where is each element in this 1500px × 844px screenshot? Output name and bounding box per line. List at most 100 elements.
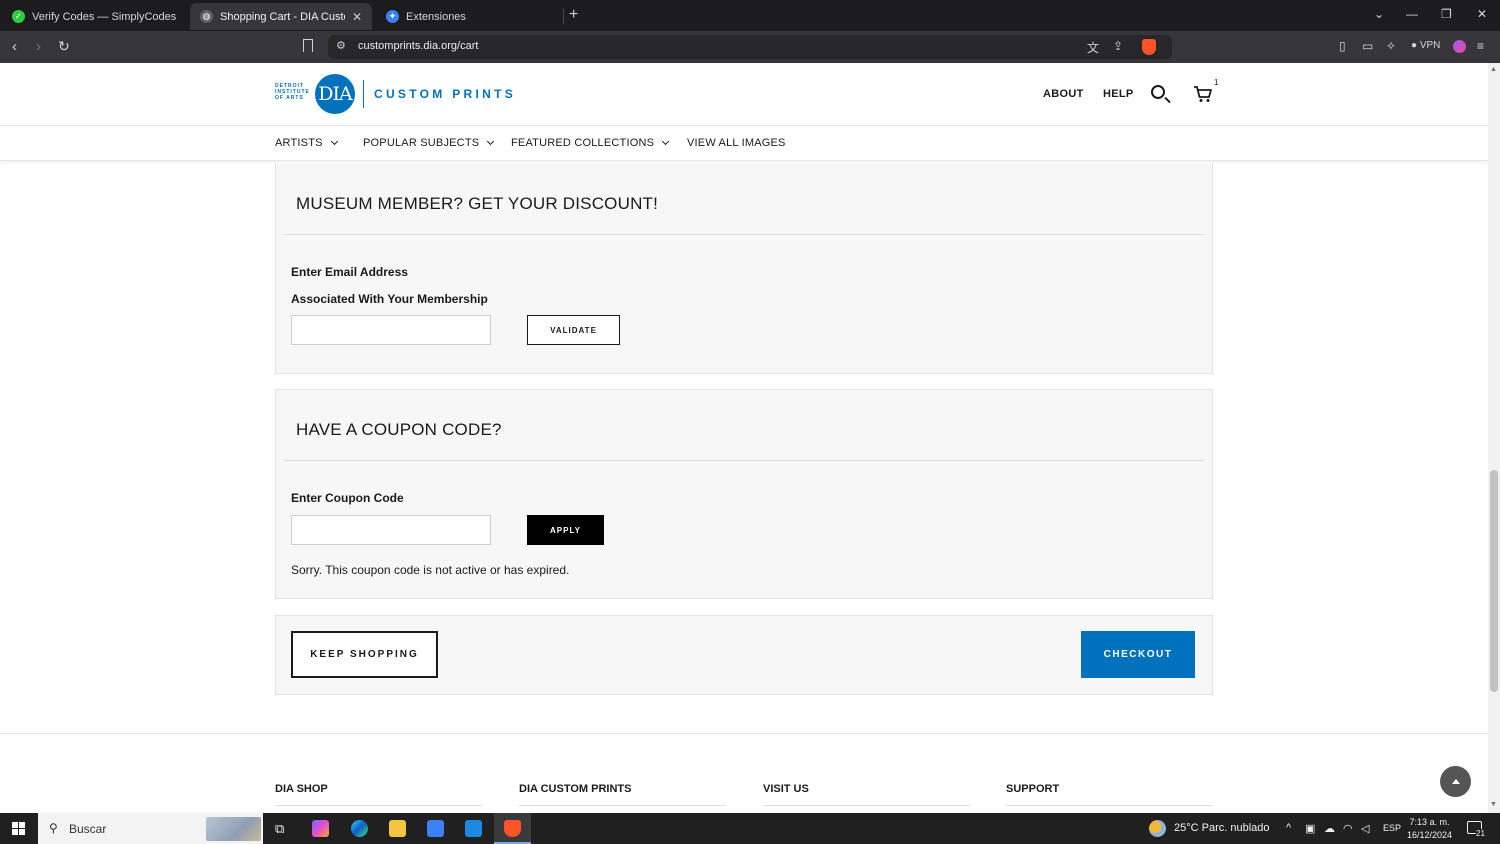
address-bar[interactable]: ⚙ customprints.dia.org/cart 文 ⇪ bbox=[328, 35, 1172, 59]
member-discount-title: MUSEUM MEMBER? GET YOUR DISCOUNT! bbox=[296, 194, 659, 213]
logo-institute-text[interactable]: DETROIT INSTITUTE OF ARTS bbox=[275, 83, 311, 101]
page-scrollbar[interactable]: ▲ ▼ bbox=[1488, 63, 1500, 813]
windows-taskbar: ⚲ Buscar ⧉ 25°C Parc. nublado ^ ▣ ☁ ◠ ◁ … bbox=[0, 813, 1500, 844]
custom-prints-wordmark[interactable]: CUSTOM PRINTS bbox=[374, 87, 516, 101]
chevron-down-icon bbox=[330, 137, 338, 146]
validate-button[interactable]: VALIDATE bbox=[527, 315, 620, 345]
tab-title: Extensiones bbox=[406, 10, 466, 23]
tab-search-icon[interactable]: ⌄ bbox=[1374, 7, 1384, 21]
vpn-label: VPN bbox=[1419, 40, 1441, 51]
profile-avatar-icon[interactable] bbox=[1453, 40, 1466, 53]
back-to-top-button[interactable] bbox=[1440, 766, 1471, 797]
category-nav: ARTISTS POPULAR SUBJECTS FEATURED COLLEC… bbox=[0, 126, 1488, 161]
search-icon: ⚲ bbox=[49, 821, 58, 835]
url-text[interactable]: customprints.dia.org/cart bbox=[358, 40, 478, 52]
browser-toolbar: ‹ › ↻ ⚙ customprints.dia.org/cart 文 ⇪ ▯ … bbox=[0, 31, 1500, 63]
email-label-line1: Enter Email Address bbox=[291, 265, 408, 279]
taskbar-search[interactable]: ⚲ Buscar bbox=[38, 813, 263, 844]
share-icon[interactable]: ⇪ bbox=[1113, 39, 1123, 53]
page-viewport: DETROIT INSTITUTE OF ARTS DIA CUSTOM PRI… bbox=[0, 63, 1488, 813]
footer-divider bbox=[0, 733, 1488, 734]
file-explorer-icon[interactable] bbox=[389, 820, 406, 837]
system-clock[interactable]: 7:13 a. m. 16/12/2024 bbox=[1407, 816, 1452, 842]
nav-view-all-images[interactable]: VIEW ALL IMAGES bbox=[687, 137, 786, 149]
check-favicon-icon: ✓ bbox=[12, 10, 25, 23]
tab-title: Shopping Cart - DIA Custom Pr bbox=[220, 10, 345, 23]
nav-label: FEATURED COLLECTIONS bbox=[511, 137, 655, 149]
about-link[interactable]: ABOUT bbox=[1043, 88, 1084, 100]
dia-logo[interactable]: DIA bbox=[315, 74, 355, 114]
notification-count-badge: 21 bbox=[1476, 829, 1485, 838]
footer-heading-support: SUPPORT bbox=[1006, 783, 1060, 795]
reload-icon[interactable]: ↻ bbox=[58, 38, 70, 55]
nav-label: VIEW ALL IMAGES bbox=[687, 137, 786, 149]
cart-actions-panel: KEEP SHOPPING CHECKOUT bbox=[275, 615, 1213, 695]
taskbar-search-placeholder: Buscar bbox=[69, 822, 107, 836]
coupon-error-message: Sorry. This coupon code is not active or… bbox=[291, 563, 570, 577]
nav-featured-collections[interactable]: FEATURED COLLECTIONS bbox=[511, 137, 670, 149]
brave-icon bbox=[504, 820, 521, 837]
coupon-code-input[interactable] bbox=[291, 515, 491, 545]
help-link[interactable]: HELP bbox=[1103, 88, 1134, 100]
scroll-down-icon[interactable]: ▼ bbox=[1490, 801, 1497, 808]
divider bbox=[284, 460, 1204, 461]
minimize-icon[interactable]: — bbox=[1406, 7, 1418, 21]
scroll-up-icon[interactable]: ▲ bbox=[1490, 66, 1497, 73]
restore-icon[interactable]: ❐ bbox=[1441, 7, 1452, 21]
task-view-icon[interactable]: ⧉ bbox=[275, 821, 284, 837]
new-tab-button[interactable]: + bbox=[569, 6, 578, 24]
site-info-icon[interactable]: ⚙ bbox=[336, 39, 346, 52]
clock-date: 16/12/2024 bbox=[1407, 830, 1453, 840]
windows-start-icon[interactable] bbox=[12, 822, 25, 835]
search-icon[interactable] bbox=[1151, 85, 1165, 99]
chevron-down-icon bbox=[662, 137, 670, 146]
tray-overflow-icon[interactable]: ^ bbox=[1286, 822, 1291, 834]
edge-icon[interactable] bbox=[351, 820, 368, 837]
copilot-icon[interactable] bbox=[312, 820, 329, 837]
weather-icon[interactable] bbox=[1149, 820, 1166, 837]
translate-icon[interactable]: 文 bbox=[1087, 39, 1099, 56]
vpn-button[interactable]: ● VPN bbox=[1411, 40, 1440, 51]
divider bbox=[1006, 805, 1213, 806]
cart-count-badge: 1 bbox=[1214, 78, 1219, 87]
wifi-icon[interactable]: ◠ bbox=[1343, 822, 1353, 835]
menu-icon[interactable]: ≡ bbox=[1477, 39, 1484, 53]
back-icon[interactable]: ‹ bbox=[12, 38, 17, 55]
meet-now-icon[interactable]: ▣ bbox=[1305, 822, 1315, 835]
sidebar-icon[interactable]: ▯ bbox=[1339, 39, 1346, 53]
volume-icon[interactable]: ◁ bbox=[1361, 822, 1369, 835]
email-label-line2: Associated With Your Membership bbox=[291, 292, 488, 306]
coupon-label: Enter Coupon Code bbox=[291, 491, 404, 505]
nav-label: POPULAR SUBJECTS bbox=[363, 137, 480, 149]
coupon-title: HAVE A COUPON CODE? bbox=[296, 420, 502, 439]
tab-shopping-cart[interactable]: ◍ Shopping Cart - DIA Custom Pr ✕ bbox=[190, 3, 372, 30]
member-email-input[interactable] bbox=[291, 315, 491, 345]
chevron-down-icon bbox=[487, 137, 495, 146]
clock-time: 7:13 a. m. bbox=[1409, 817, 1450, 827]
site-header: DETROIT INSTITUTE OF ARTS DIA CUSTOM PRI… bbox=[0, 63, 1488, 126]
keep-shopping-button[interactable]: KEEP SHOPPING bbox=[291, 631, 438, 678]
microsoft-store-icon[interactable] bbox=[427, 820, 444, 837]
nav-artists[interactable]: ARTISTS bbox=[275, 137, 338, 149]
leo-ai-icon[interactable]: ✧ bbox=[1386, 39, 1396, 53]
nav-popular-subjects[interactable]: POPULAR SUBJECTS bbox=[363, 137, 495, 149]
puzzle-favicon-icon: ✦ bbox=[386, 10, 399, 23]
checkout-button[interactable]: CHECKOUT bbox=[1081, 631, 1195, 678]
mail-icon[interactable] bbox=[465, 820, 482, 837]
weather-text[interactable]: 25°C Parc. nublado bbox=[1174, 822, 1270, 834]
footer-heading-dia-shop: DIA SHOP bbox=[275, 783, 328, 795]
apply-button[interactable]: APPLY bbox=[527, 515, 604, 545]
scrollbar-thumb[interactable] bbox=[1490, 470, 1498, 692]
close-tab-icon[interactable]: ✕ bbox=[352, 10, 362, 24]
wallet-icon[interactable]: ▭ bbox=[1362, 39, 1373, 53]
forward-icon[interactable]: › bbox=[36, 38, 41, 55]
close-window-icon[interactable]: ✕ bbox=[1477, 7, 1487, 21]
tab-simplycodes[interactable]: ✓ Verify Codes — SimplyCodes bbox=[2, 3, 188, 30]
onedrive-icon[interactable]: ☁ bbox=[1324, 822, 1335, 835]
brave-shields-icon[interactable] bbox=[1142, 39, 1156, 55]
language-indicator[interactable]: ESP bbox=[1383, 823, 1401, 833]
brave-taskbar-button[interactable] bbox=[494, 813, 531, 844]
cart-icon[interactable] bbox=[1193, 85, 1213, 103]
tab-extensions[interactable]: ✦ Extensiones bbox=[376, 3, 562, 30]
bookmark-icon[interactable] bbox=[303, 39, 313, 52]
